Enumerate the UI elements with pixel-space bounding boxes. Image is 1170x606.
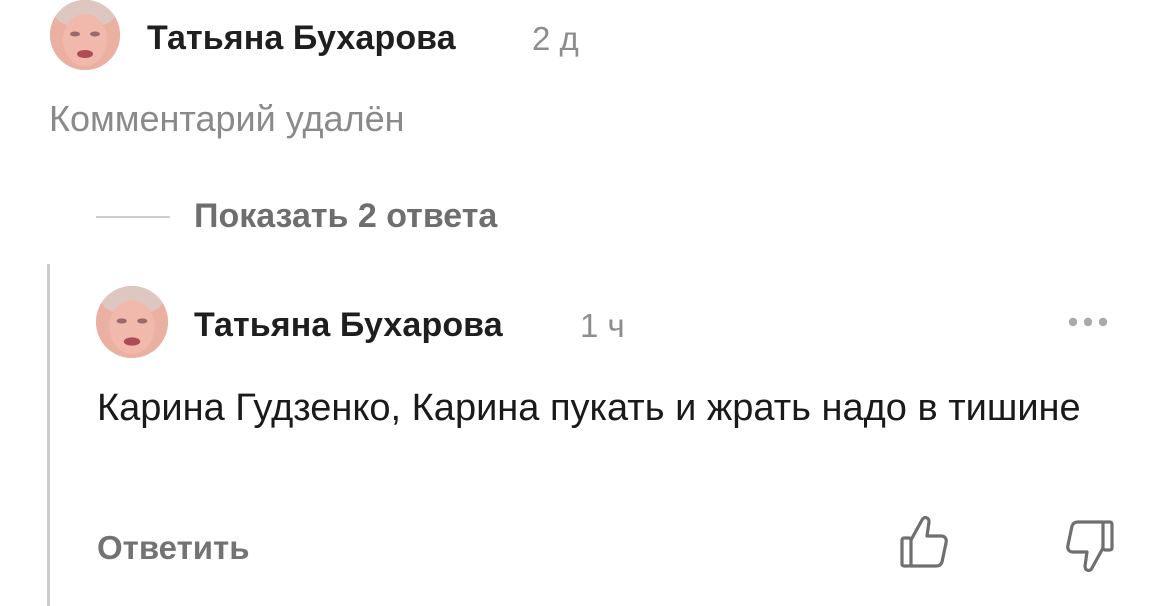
thumbs-up-icon[interactable] <box>898 512 950 572</box>
more-dots-icon[interactable] <box>1066 314 1110 330</box>
reply-author-name[interactable]: Татьяна Бухарова <box>194 306 503 345</box>
user-avatar-photo <box>50 0 120 70</box>
comment-timestamp: 2 д <box>532 20 579 57</box>
reply-text: Карина Гудзенко, Карина пукать и жрать н… <box>97 387 1081 429</box>
user-avatar-photo <box>96 286 168 358</box>
comment-author-name[interactable]: Татьяна Бухарова <box>147 19 456 58</box>
show-replies-button[interactable]: Показать 2 ответа <box>194 197 497 236</box>
thread-line <box>47 264 50 606</box>
avatar[interactable] <box>96 286 168 358</box>
reply-button[interactable]: Ответить <box>97 529 250 567</box>
avatar[interactable] <box>50 0 120 70</box>
reply-timestamp: 1 ч <box>580 307 625 344</box>
deleted-comment-text: Комментарий удалён <box>49 98 405 139</box>
replies-divider <box>96 216 170 218</box>
thumbs-down-icon[interactable] <box>1064 516 1116 576</box>
